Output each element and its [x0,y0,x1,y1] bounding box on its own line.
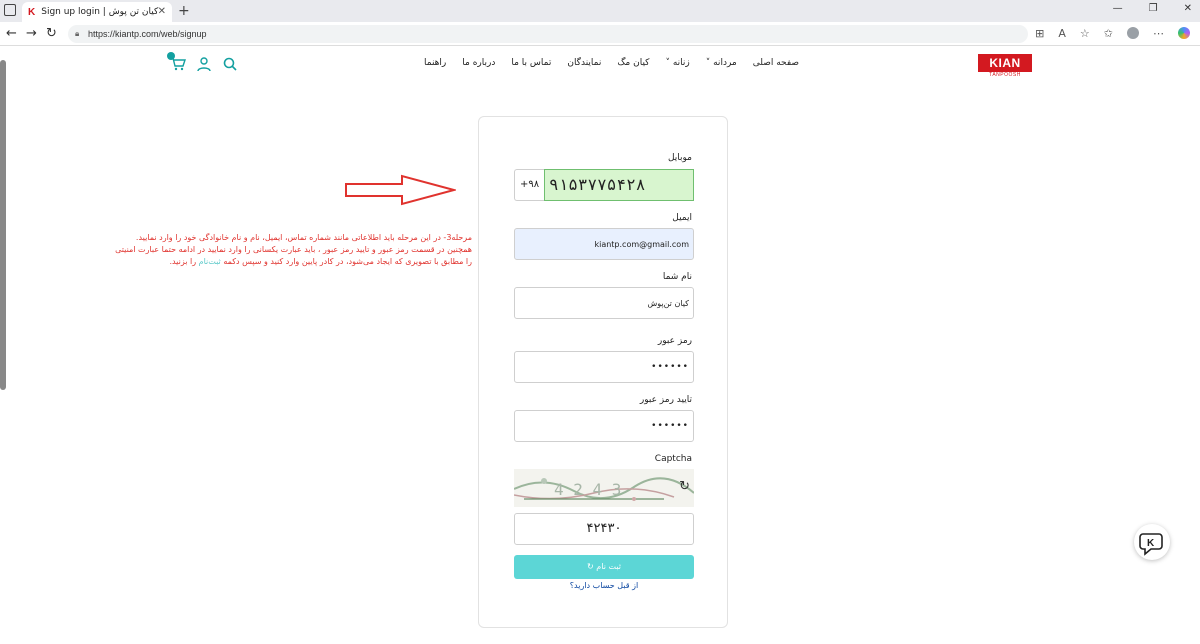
name-input[interactable]: کیان تن‌پوش [514,287,694,319]
email-value: kiantp.com@gmail.com [594,239,689,249]
cart-badge [167,52,175,60]
sidebar-toggle-icon[interactable] [4,4,16,16]
logo-text: KIAN [978,54,1032,72]
window-controls: — ❐ ✕ [1113,3,1192,14]
annotation-line-2: همچنین در قسمت رمز عبور و تایید رمز عبور… [115,245,472,254]
favorite-star-icon[interactable]: ☆ [1080,27,1090,40]
annotation-line-3: را مطابق با تصویری که ایجاد می‌شود، در ک… [0,256,472,268]
existing-account-link[interactable]: از قبل حساب دارید؟ [514,581,694,590]
cart-icon[interactable] [167,52,186,72]
menu-item-home[interactable]: صفحه اصلی [753,58,799,68]
close-tab-icon[interactable]: ✕ [158,6,166,17]
page-content: KIAN TANPOOSH صفحه اصلی مردانه ˅ زنانه ˅… [0,46,1200,644]
svg-text:4 2 4 3: 4 2 4 3 [554,480,621,499]
menu-item-kian-mag[interactable]: کیان مگ [617,58,649,68]
confirm-password-value: •••••• [651,421,689,431]
tab-favicon-icon: K [28,6,36,18]
browser-tab[interactable]: K Sign up login | کیان تن پوش ✕ [22,2,172,22]
mobile-label: موبایل [667,153,692,163]
password-label: رمز عبور [657,336,692,346]
mobile-input[interactable]: ۹۱۵۳۷۷۵۴۲۸ [544,169,694,201]
lock-icon: 🔒︎ [75,29,80,38]
more-menu-icon[interactable]: ⋯ [1153,27,1164,40]
site-header: KIAN TANPOOSH صفحه اصلی مردانه ˅ زنانه ˅… [0,46,1200,86]
annotation-line-3c: را بزنید. [169,257,197,266]
url-text: https://kiantp.com/web/signup [88,29,207,39]
name-label: نام شما [662,272,692,282]
reload-icon[interactable]: ↻ [46,26,57,41]
password-input[interactable]: •••••• [514,351,694,383]
annotation-line-3a: را مطابق با تصویری که ایجاد می‌شود، در ک… [223,257,472,266]
back-icon[interactable]: ← [6,26,17,41]
svg-text:K: K [1147,538,1155,549]
confirm-password-input[interactable]: •••••• [514,410,694,442]
captcha-input[interactable]: ۴۲۴۳۰ [514,513,694,545]
main-menu: صفحه اصلی مردانه ˅ زنانه ˅ کیان مگ نماین… [408,58,799,68]
confirm-password-label: تایید رمز عبور [639,395,692,405]
browser-toolbar: ⊞ A ☆ ✩ ⋯ [1035,27,1190,40]
menu-item-men[interactable]: مردانه ˅ [706,58,737,68]
phone-country-code[interactable]: +۹۸ [514,169,544,201]
annotation-line-1: مرحله3- در این مرحله باید اطلاعاتی مانند… [135,233,472,242]
profile-avatar[interactable] [1127,27,1139,39]
minimize-icon[interactable]: — [1113,3,1123,14]
menu-item-agents[interactable]: نمایندگان [567,58,601,68]
red-arrow-icon [345,174,456,206]
maximize-icon[interactable]: ❐ [1149,3,1158,14]
site-logo[interactable]: KIAN TANPOOSH [978,54,1032,80]
name-value: کیان تن‌پوش [647,298,689,308]
search-icon[interactable] [222,56,238,72]
annotation-highlight: ثبت‌نام [198,257,221,266]
user-icon[interactable] [196,56,212,72]
copilot-icon[interactable] [1178,27,1190,39]
email-input[interactable]: kiantp.com@gmail.com [514,228,694,260]
logo-subtext: TANPOOSH [989,72,1021,78]
tutorial-annotation: مرحله3- در این مرحله باید اطلاعاتی مانند… [0,232,476,272]
menu-item-women[interactable]: زنانه ˅ [665,58,689,68]
captcha-label: Captcha [654,454,692,464]
favorites-icon[interactable]: ✩ [1104,27,1113,40]
menu-item-contact[interactable]: تماس با ما [511,58,551,68]
captcha-refresh-icon[interactable]: ↻ [679,479,690,494]
tab-title: Sign up login | کیان تن پوش [41,7,159,17]
new-tab-icon[interactable]: + [178,3,190,19]
url-field[interactable]: 🔒︎ https://kiantp.com/web/signup [68,25,1028,43]
browser-tabbar: K Sign up login | کیان تن پوش ✕ + — ❐ ✕ [0,0,1200,22]
address-bar-row: ← → ↻ 🔒︎ https://kiantp.com/web/signup ⊞… [0,22,1200,46]
submit-label: ثبت نام [596,562,621,571]
close-window-icon[interactable]: ✕ [1184,3,1192,14]
read-aloud-icon[interactable]: A [1058,27,1066,40]
header-icons [167,52,238,72]
password-value: •••••• [651,362,689,372]
menu-item-guide[interactable]: راهنما [424,58,446,68]
refresh-icon: ↻ [587,562,597,571]
chat-widget-button[interactable]: K [1134,524,1170,560]
forward-icon[interactable]: → [26,26,37,41]
menu-item-about[interactable]: درباره ما [462,58,495,68]
email-label: ایمیل [672,213,692,223]
apps-icon[interactable]: ⊞ [1035,27,1044,40]
captcha-image: 4 2 4 3 ↻ [514,469,694,507]
signup-card: موبایل +۹۸ ۹۱۵۳۷۷۵۴۲۸ ایمیل kiantp.com@g… [478,116,728,628]
signup-submit-button[interactable]: ↻ ثبت نام [514,555,694,579]
